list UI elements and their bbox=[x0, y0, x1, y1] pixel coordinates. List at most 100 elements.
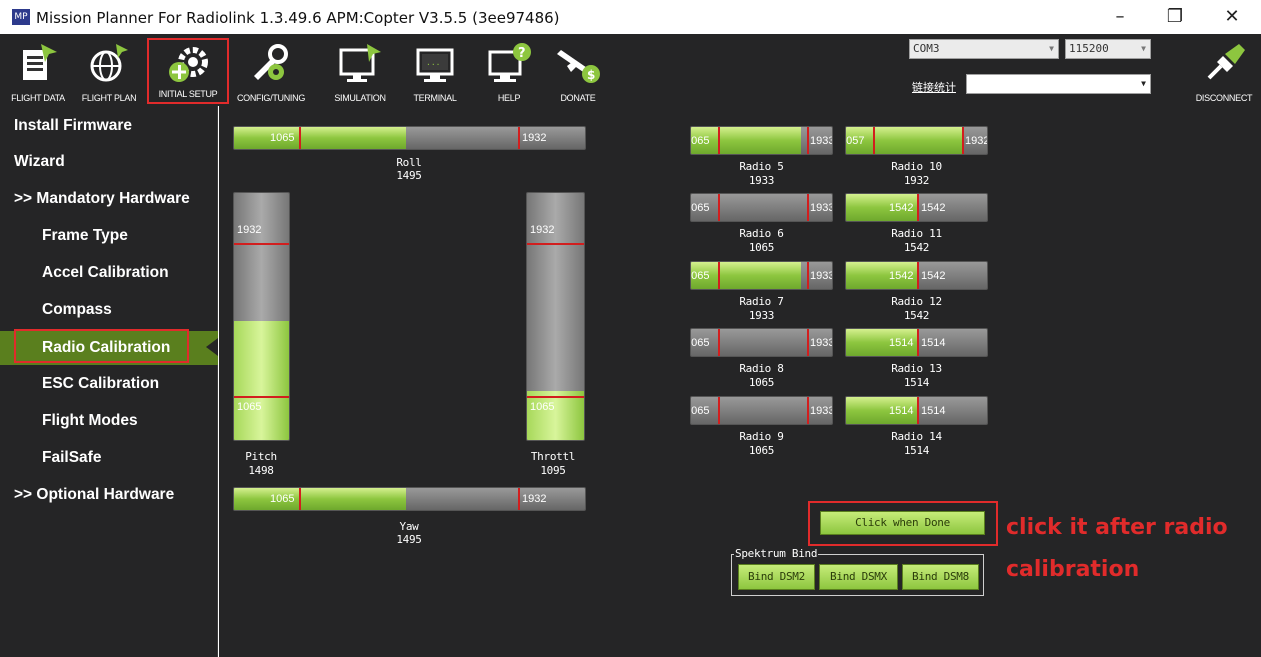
svg-text:?: ? bbox=[518, 46, 526, 61]
sidebar-item-optional-hardware[interactable]: >> Optional Hardware bbox=[0, 479, 218, 511]
close-button[interactable]: ✕ bbox=[1212, 4, 1252, 30]
throttle-min-value: 1065 bbox=[530, 401, 555, 413]
radio-9-max-value: 1933 bbox=[810, 405, 833, 417]
sidebar-item-mandatory-hardware[interactable]: >> Mandatory Hardware bbox=[0, 183, 218, 215]
minimize-button[interactable]: – bbox=[1100, 4, 1140, 30]
roll-max-marker bbox=[518, 127, 520, 149]
throttle-min-marker bbox=[527, 396, 584, 398]
help-label: HELP bbox=[497, 93, 521, 103]
radio-6-value: 1065 bbox=[748, 241, 775, 254]
radio-11-max-value: 1542 bbox=[921, 202, 946, 214]
throttle-max-value: 1932 bbox=[530, 224, 555, 236]
radio-12-bar: 1542 1542 bbox=[845, 261, 988, 290]
disconnect-label: DISCONNECT bbox=[1195, 93, 1253, 103]
flight-plan-button[interactable]: FLIGHT PLAN bbox=[78, 34, 140, 106]
radio-10-min-marker bbox=[873, 127, 875, 154]
radio-12-max-value: 1542 bbox=[921, 270, 946, 282]
radio-9-max-marker bbox=[807, 397, 809, 424]
baud-value: 115200 bbox=[1069, 42, 1109, 55]
radio-9-min-marker bbox=[718, 397, 720, 424]
roll-max-value: 1932 bbox=[522, 132, 547, 144]
flight-plan-icon bbox=[90, 44, 128, 82]
radio-9-bar: 1065 1933 bbox=[690, 396, 833, 425]
yaw-min-marker bbox=[299, 488, 301, 510]
bind-dsm8-button[interactable]: Bind DSM8 bbox=[902, 564, 979, 590]
radio-6-min-marker bbox=[718, 194, 720, 221]
radio-9-name: Radio 9 bbox=[739, 430, 784, 443]
flight-data-button[interactable]: FLIGHT DATA bbox=[8, 34, 68, 106]
pitch-max-marker bbox=[234, 243, 289, 245]
initial-setup-button[interactable]: INITIAL SETUP bbox=[147, 38, 229, 104]
svg-text:...: ... bbox=[426, 58, 440, 67]
roll-min-value: 1065 bbox=[270, 132, 295, 144]
radio-6-min-value: 1065 bbox=[691, 202, 710, 214]
sidebar-item-accel-calibration[interactable]: Accel Calibration bbox=[0, 257, 218, 289]
roll-name: Roll bbox=[396, 156, 422, 169]
radio-5-max-value: 1933 bbox=[810, 135, 833, 147]
flight-data-label: FLIGHT DATA bbox=[11, 93, 65, 103]
baud-select[interactable]: 115200 ▼ bbox=[1065, 39, 1151, 59]
radio-12-min-value: 1542 bbox=[889, 270, 914, 282]
initial-setup-icon bbox=[169, 47, 208, 82]
pitch-name: Pitch bbox=[245, 450, 277, 463]
simulation-button[interactable]: SIMULATION bbox=[325, 34, 395, 106]
terminal-button[interactable]: ... TERMINAL bbox=[405, 34, 465, 106]
flight-plan-label: FLIGHT PLAN bbox=[81, 93, 137, 103]
radio-12-value: 1542 bbox=[903, 309, 930, 322]
yaw-value: 1495 bbox=[396, 533, 422, 546]
radio-14-bar: 1514 1514 bbox=[845, 396, 988, 425]
radio-8-max-value: 1933 bbox=[810, 337, 833, 349]
radio-11-value: 1542 bbox=[903, 241, 930, 254]
chevron-down-icon: ▼ bbox=[1141, 44, 1146, 53]
roll-value: 1495 bbox=[396, 169, 422, 182]
config-tuning-icon bbox=[254, 44, 288, 80]
help-button[interactable]: ? HELP bbox=[474, 34, 544, 106]
simulation-icon bbox=[339, 44, 381, 82]
simulation-label: SIMULATION bbox=[334, 93, 386, 103]
radio-6-name: Radio 6 bbox=[739, 227, 784, 240]
chevron-down-icon: ▼ bbox=[1049, 44, 1054, 53]
throttle-name: Throttl bbox=[530, 450, 576, 463]
throttle-max-marker bbox=[527, 243, 584, 245]
radio-8-min-marker bbox=[718, 329, 720, 356]
disconnect-button[interactable]: DISCONNECT bbox=[1188, 34, 1260, 106]
sidebar-item-frame-type[interactable]: Frame Type bbox=[0, 220, 218, 252]
chevron-down-icon: ▼ bbox=[1141, 79, 1146, 88]
radio-13-value: 1514 bbox=[903, 376, 930, 389]
port-select[interactable]: COM3 ▼ bbox=[909, 39, 1059, 59]
link-stats-link[interactable]: 链接统计 bbox=[912, 79, 956, 95]
radio-8-min-value: 1065 bbox=[691, 337, 710, 349]
radio-7-min-value: 1065 bbox=[691, 270, 710, 282]
sidebar-item-compass[interactable]: Compass bbox=[0, 294, 218, 326]
terminal-label: TERMINAL bbox=[413, 93, 457, 103]
radio-5-min-value: 1065 bbox=[691, 135, 710, 147]
sidebar-item-flight-modes[interactable]: Flight Modes bbox=[0, 405, 218, 437]
link-stats-select[interactable]: ▼ bbox=[966, 74, 1151, 94]
yaw-bar: 1065 1932 bbox=[233, 487, 586, 511]
sidebar-item-install-firmware[interactable]: Install Firmware bbox=[0, 110, 218, 142]
sidebar-item-wizard[interactable]: Wizard bbox=[0, 146, 218, 178]
yaw-name: Yaw bbox=[399, 520, 419, 533]
radio-10-max-value: 1932 bbox=[965, 135, 988, 147]
pitch-min-value: 1065 bbox=[237, 401, 262, 413]
donate-icon: $ bbox=[557, 50, 600, 83]
config-tuning-button[interactable]: CONFIG/TUNING bbox=[232, 34, 310, 106]
sidebar-item-esc-calibration[interactable]: ESC Calibration bbox=[0, 368, 218, 400]
bind-dsm2-button[interactable]: Bind DSM2 bbox=[738, 564, 815, 590]
restore-button[interactable]: ❐ bbox=[1155, 4, 1195, 30]
sidebar-item-failsafe[interactable]: FailSafe bbox=[0, 442, 218, 474]
donate-label: DONATE bbox=[560, 93, 596, 103]
click-when-done-button[interactable]: Click when Done bbox=[820, 511, 985, 535]
bind-dsmx-button[interactable]: Bind DSMX bbox=[819, 564, 898, 590]
radio-13-name: Radio 13 bbox=[891, 362, 942, 375]
radio-10-max-marker bbox=[962, 127, 964, 154]
yaw-min-value: 1065 bbox=[270, 493, 295, 505]
radio-13-max-value: 1514 bbox=[921, 337, 946, 349]
donate-button[interactable]: $ DONATE bbox=[548, 34, 608, 106]
title-bar: MP Mission Planner For Radiolink 1.3.49.… bbox=[0, 0, 1261, 34]
radio-14-max-value: 1514 bbox=[921, 405, 946, 417]
radio-13-min-marker bbox=[917, 329, 919, 356]
pitch-max-value: 1932 bbox=[237, 224, 262, 236]
config-tuning-label: CONFIG/TUNING bbox=[236, 93, 306, 103]
radio-10-bar: 1057 1932 bbox=[845, 126, 988, 155]
